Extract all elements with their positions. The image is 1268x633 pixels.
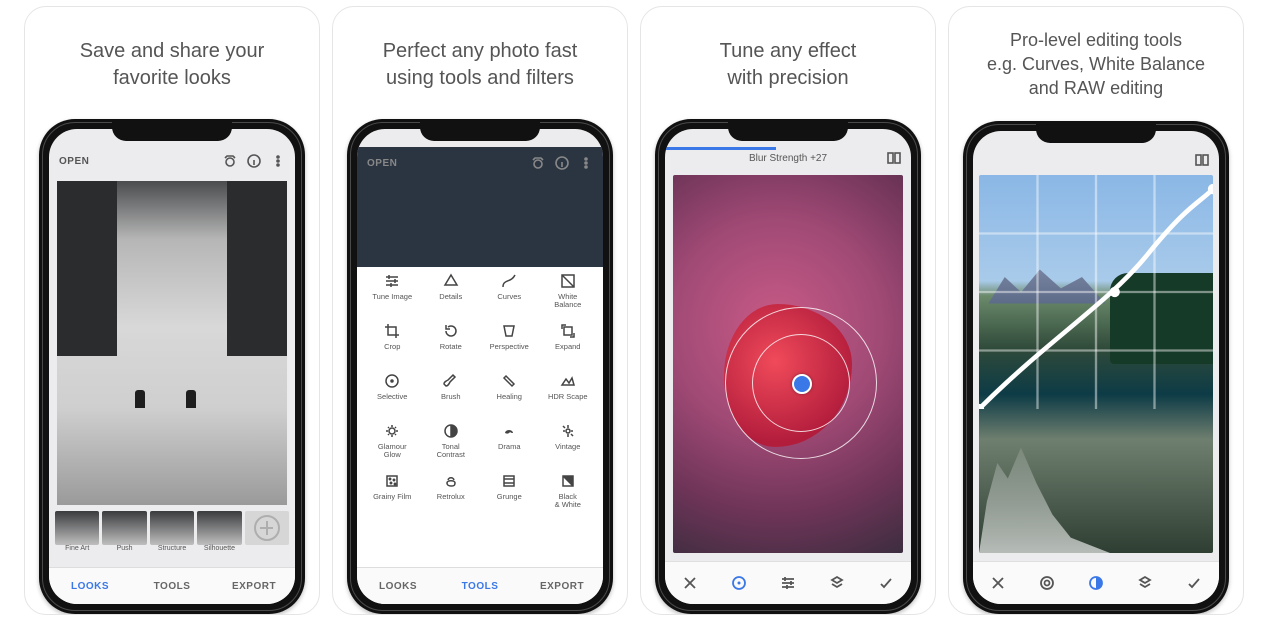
promo-card-3: Tune any effect with precision Blur Stre…	[640, 6, 936, 615]
tab-tools[interactable]: TOOLS	[439, 568, 521, 604]
tool-curves[interactable]: Curves	[480, 273, 539, 319]
tool-black-white[interactable]: Black & White	[539, 473, 598, 519]
app-topbar: OPEN	[49, 147, 295, 175]
tool-expand[interactable]: Expand	[539, 323, 598, 369]
tool-healing[interactable]: Healing	[480, 373, 539, 419]
info-icon[interactable]	[247, 154, 261, 168]
adjust-label: Blur Strength +27	[749, 153, 827, 164]
tool-glamour-glow[interactable]: Glamour Glow	[363, 423, 422, 469]
filter-strip: Fine Art Push Structure Silhouette	[49, 511, 295, 567]
tools-panel: Tune Image Details Curves White Balance …	[357, 259, 603, 567]
plus-icon	[254, 515, 280, 541]
app-screen-curves	[973, 131, 1219, 604]
compare-icon[interactable]	[887, 151, 901, 165]
promo-caption: Pro-level editing tools e.g. Curves, Whi…	[987, 21, 1205, 107]
tool-grunge[interactable]: Grunge	[480, 473, 539, 519]
photo-preview[interactable]	[57, 181, 287, 505]
confirm-button[interactable]	[1170, 574, 1219, 592]
confirm-button[interactable]	[862, 574, 911, 592]
more-icon[interactable]	[579, 156, 593, 170]
tab-looks[interactable]: LOOKS	[49, 568, 131, 604]
promo-caption: Tune any effect with precision	[720, 25, 857, 105]
tool-rotate[interactable]: Rotate	[422, 323, 481, 369]
filter-thumb[interactable]: Push	[102, 511, 146, 552]
promo-card-2: Perfect any photo fast using tools and f…	[332, 6, 628, 615]
tool-brush[interactable]: Brush	[422, 373, 481, 419]
channel-select-button[interactable]	[1071, 574, 1120, 592]
sliders-button[interactable]	[763, 574, 812, 592]
histogram	[979, 424, 1110, 553]
effect-options-button[interactable]	[714, 574, 763, 592]
tool-selective[interactable]: Selective	[363, 373, 422, 419]
cancel-button[interactable]	[973, 574, 1022, 592]
edit-toolbar	[665, 561, 911, 604]
tab-export[interactable]: EXPORT	[213, 568, 295, 604]
app-screen-looks: OPEN Fine Art Push Structure Silhouette	[49, 129, 295, 604]
channel-luminance-button[interactable]	[1022, 574, 1071, 592]
info-icon[interactable]	[555, 156, 569, 170]
tool-drama[interactable]: Drama	[480, 423, 539, 469]
tool-tonal-contrast[interactable]: Tonal Contrast	[422, 423, 481, 469]
phone-mock: Blur Strength +27	[655, 119, 921, 614]
camera-icon[interactable]	[531, 156, 545, 170]
edit-toolbar	[973, 561, 1219, 604]
dimmed-preview: OPEN	[357, 147, 603, 267]
add-look-button[interactable]	[245, 511, 289, 552]
promo-card-4: Pro-level editing tools e.g. Curves, Whi…	[948, 6, 1244, 615]
phone-mock	[963, 121, 1229, 614]
photo-preview[interactable]	[979, 175, 1213, 553]
tool-grainy-film[interactable]: Grainy Film	[363, 473, 422, 519]
curves-header	[973, 149, 1219, 171]
open-button[interactable]: OPEN	[367, 158, 397, 169]
app-footer: LOOKS TOOLS EXPORT	[49, 567, 295, 604]
blur-center-handle[interactable]	[792, 374, 812, 394]
tool-hdr-scape[interactable]: HDR Scape	[539, 373, 598, 419]
photo-preview[interactable]	[673, 175, 903, 553]
open-button[interactable]: OPEN	[59, 156, 89, 167]
app-footer: LOOKS TOOLS EXPORT	[357, 567, 603, 604]
compare-icon[interactable]	[1195, 153, 1209, 167]
cancel-button[interactable]	[665, 574, 714, 592]
adjust-header: Blur Strength +27	[665, 147, 911, 169]
tool-perspective[interactable]: Perspective	[480, 323, 539, 369]
tool-vintage[interactable]: Vintage	[539, 423, 598, 469]
filter-thumb[interactable]: Structure	[150, 511, 194, 552]
tab-tools[interactable]: TOOLS	[131, 568, 213, 604]
promo-card-1: Save and share your favorite looks OPEN …	[24, 6, 320, 615]
tool-crop[interactable]: Crop	[363, 323, 422, 369]
phone-mock: OPEN Tune Image Details Curves White Bal…	[347, 119, 613, 614]
filter-thumb[interactable]: Fine Art	[55, 511, 99, 552]
adjust-progress	[665, 147, 776, 150]
tab-looks[interactable]: LOOKS	[357, 568, 439, 604]
more-icon[interactable]	[271, 154, 285, 168]
apply-stack-button[interactable]	[813, 574, 862, 592]
app-screen-adjust: Blur Strength +27	[665, 129, 911, 604]
tool-retrolux[interactable]: Retrolux	[422, 473, 481, 519]
curve-line[interactable]	[979, 175, 1213, 409]
tool-white-balance[interactable]: White Balance	[539, 273, 598, 319]
tool-details[interactable]: Details	[422, 273, 481, 319]
filter-thumb[interactable]: Silhouette	[197, 511, 241, 552]
apply-stack-button[interactable]	[1121, 574, 1170, 592]
app-screen-tools: OPEN Tune Image Details Curves White Bal…	[357, 129, 603, 604]
promo-caption: Perfect any photo fast using tools and f…	[383, 25, 578, 105]
tool-tune-image[interactable]: Tune Image	[363, 273, 422, 319]
camera-icon[interactable]	[223, 154, 237, 168]
phone-mock: OPEN Fine Art Push Structure Silhouette	[39, 119, 305, 614]
tab-export[interactable]: EXPORT	[521, 568, 603, 604]
promo-caption: Save and share your favorite looks	[80, 25, 265, 105]
